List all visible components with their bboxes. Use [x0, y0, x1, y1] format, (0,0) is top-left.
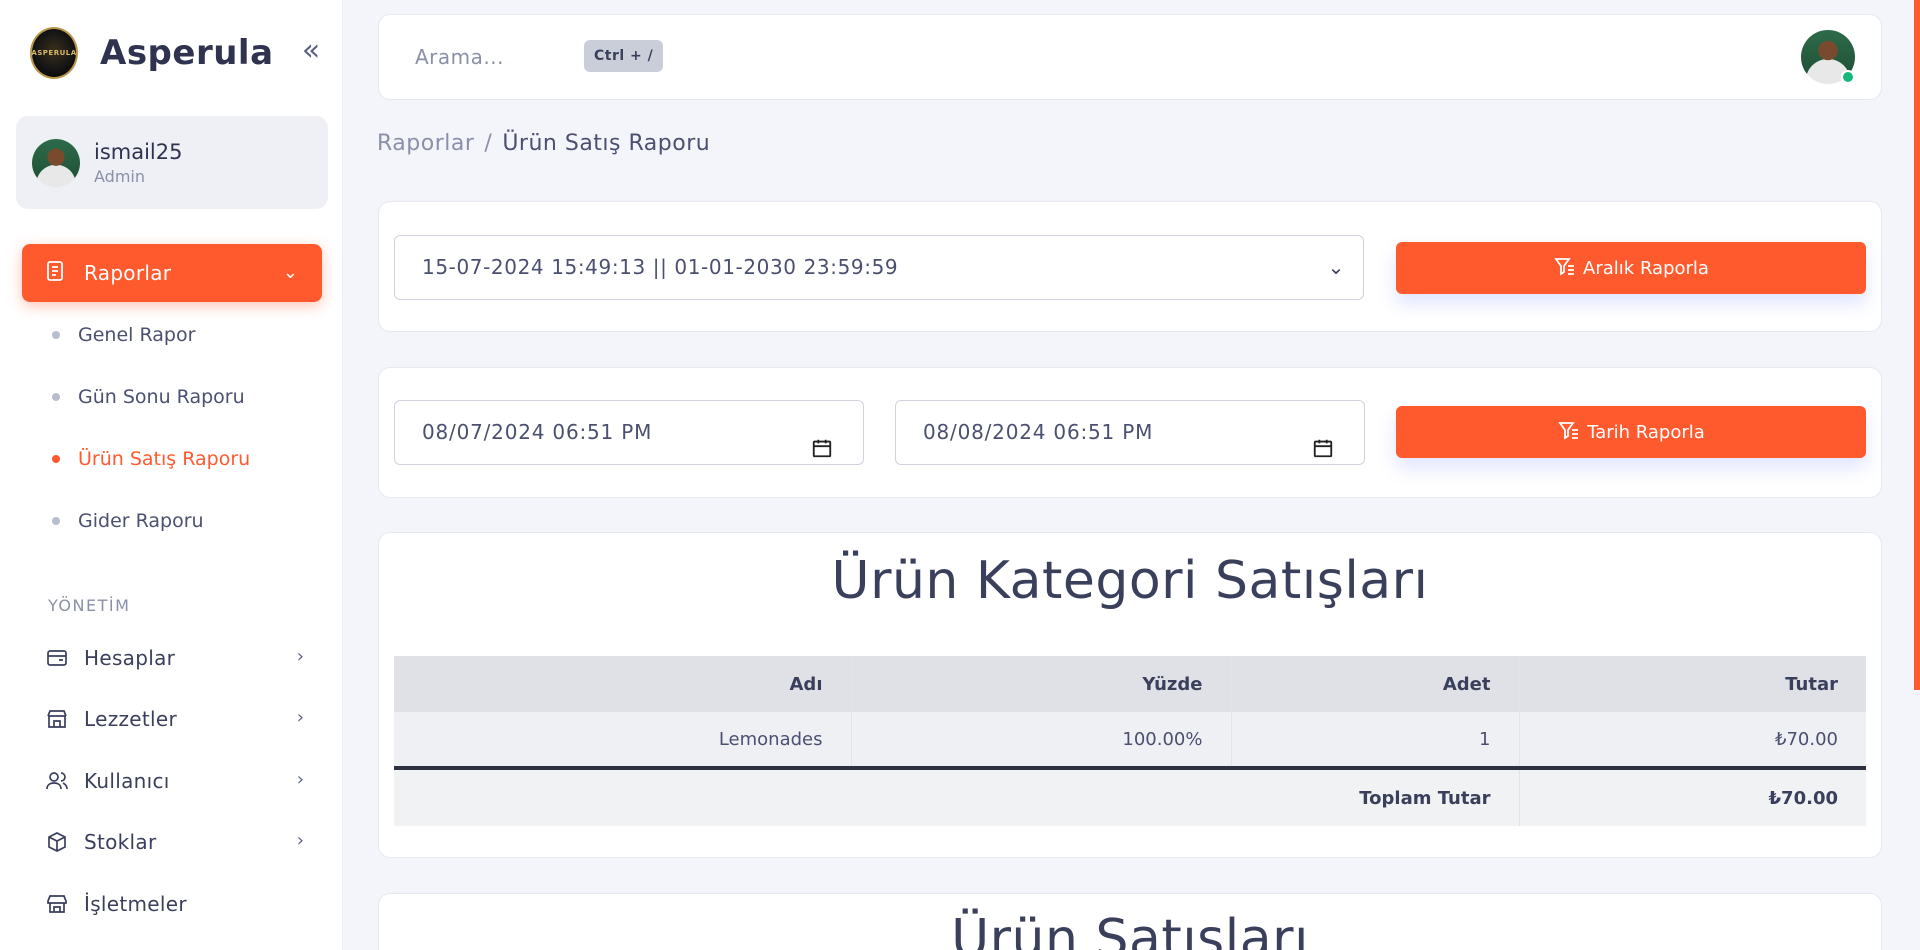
sidebar: ASPERULA Asperula « ismail25 Admin Rapor…: [0, 0, 343, 950]
column-header-quantity[interactable]: Adet: [1231, 656, 1520, 712]
date-report-button-label: Tarih Raporla: [1587, 421, 1705, 443]
section-title-yonetim: YÖNETİM: [48, 596, 131, 615]
breadcrumb-separator: /: [484, 131, 493, 156]
start-datetime-value: 08/07/2024 06:51 PM: [422, 420, 653, 444]
building-icon: [44, 891, 70, 917]
sidebar-item-label: Hesaplar: [84, 646, 176, 670]
scrollbar-thumb[interactable]: [1914, 0, 1920, 690]
calendar-icon[interactable]: [1312, 421, 1334, 484]
end-datetime-value: 08/08/2024 06:51 PM: [923, 420, 1154, 444]
collapse-sidebar-button[interactable]: «: [296, 36, 326, 68]
table-row: Lemonades 100.00% 1 ₺70.00: [394, 712, 1866, 768]
user-name: ismail25: [94, 139, 183, 164]
user-card[interactable]: ismail25 Admin: [16, 116, 328, 209]
column-header-amount[interactable]: Tutar: [1519, 656, 1866, 712]
user-role: Admin: [94, 166, 145, 186]
chevron-down-icon: ⌄: [282, 262, 298, 283]
category-sales-title: Ürün Kategori Satışları: [831, 551, 1429, 611]
breadcrumb: Raporlar / Ürün Satış Raporu: [377, 131, 710, 156]
bullet-icon: [52, 393, 60, 401]
report-icon: [44, 259, 68, 287]
sidebar-item-raporlar[interactable]: Raporlar ⌄: [22, 244, 322, 302]
sidebar-subitem-gider-raporu[interactable]: Gider Raporu: [52, 506, 204, 536]
brand-name: Asperula: [100, 33, 274, 73]
end-datetime-input[interactable]: 08/08/2024 06:51 PM: [895, 400, 1365, 465]
sidebar-item-label: Raporlar: [84, 261, 172, 285]
cell-quantity: 1: [1231, 712, 1520, 768]
search-shortcut-badge: Ctrl + /: [584, 40, 664, 72]
brand[interactable]: ASPERULA Asperula: [30, 27, 274, 79]
bullet-icon: [52, 517, 60, 525]
category-sales-card: Ürün Kategori Satışları Adı Yüzde Adet T…: [378, 532, 1882, 858]
sidebar-subitem-genel-rapor[interactable]: Genel Rapor: [52, 320, 195, 350]
total-label: Toplam Tutar: [394, 766, 1520, 826]
chevron-down-icon: ⌄: [1327, 255, 1345, 279]
sidebar-subitem-label: Gün Sonu Raporu: [78, 386, 245, 408]
cell-name: Lemonades: [394, 712, 852, 768]
product-sales-card: Ürün Satışları: [378, 893, 1882, 950]
sidebar-item-isletmeler[interactable]: İşletmeler: [44, 886, 304, 922]
bullet-icon: [52, 455, 60, 463]
sidebar-subitem-gun-sonu-raporu[interactable]: Gün Sonu Raporu: [52, 382, 245, 412]
chevron-right-icon: ›: [296, 769, 304, 790]
product-sales-title: Ürün Satışları: [951, 909, 1309, 950]
date-range-select[interactable]: 15-07-2024 15:49:13 || 01-01-2030 23:59:…: [394, 235, 1364, 300]
chevron-right-icon: ›: [296, 830, 304, 851]
store-icon: [44, 706, 70, 732]
sidebar-subitem-label: Gider Raporu: [78, 510, 204, 532]
sidebar-item-lezzetler[interactable]: Lezzetler ›: [44, 701, 304, 737]
topbar: Arama... Ctrl + /: [378, 14, 1882, 100]
chevron-right-icon: ›: [296, 707, 304, 728]
chevron-right-icon: ›: [296, 646, 304, 667]
sidebar-item-label: Kullanıcı: [84, 769, 170, 793]
column-header-percent[interactable]: Yüzde: [851, 656, 1232, 712]
box-icon: [44, 829, 70, 855]
sidebar-item-label: Lezzetler: [84, 707, 178, 731]
users-icon: [44, 768, 70, 794]
sidebar-item-kullanici[interactable]: Kullanıcı ›: [44, 763, 304, 799]
total-value: ₺70.00: [1519, 766, 1866, 826]
sidebar-subitem-label: Genel Rapor: [78, 324, 196, 346]
date-report-button[interactable]: Tarih Raporla: [1396, 406, 1866, 458]
date-filter-card: 08/07/2024 06:51 PM 08/08/2024 06:51 PM …: [378, 367, 1882, 498]
bullet-icon: [52, 331, 60, 339]
column-header-name[interactable]: Adı: [394, 656, 852, 712]
start-datetime-input[interactable]: 08/07/2024 06:51 PM: [394, 400, 864, 465]
brand-logo-text: ASPERULA: [31, 49, 77, 57]
sidebar-item-hesaplar[interactable]: Hesaplar ›: [44, 640, 304, 676]
range-report-button-label: Aralık Raporla: [1583, 257, 1709, 279]
brand-logo: ASPERULA: [30, 27, 78, 79]
accounts-icon: [44, 645, 70, 671]
table-header-row: Adı Yüzde Adet Tutar: [394, 656, 1866, 712]
sidebar-item-label: Stoklar: [84, 830, 157, 854]
search-input[interactable]: Arama...: [415, 45, 504, 69]
range-filter-card: 15-07-2024 15:49:13 || 01-01-2030 23:59:…: [378, 201, 1882, 332]
user-menu-avatar[interactable]: [1801, 30, 1855, 84]
sidebar-subitem-label: Ürün Satış Raporu: [78, 448, 251, 470]
sidebar-item-label: İşletmeler: [84, 892, 187, 916]
breadcrumb-current: Ürün Satış Raporu: [502, 131, 711, 156]
online-status-dot: [1841, 70, 1855, 84]
cell-amount: ₺70.00: [1519, 712, 1866, 768]
date-range-select-value: 15-07-2024 15:49:13 || 01-01-2030 23:59:…: [422, 255, 899, 279]
calendar-icon[interactable]: [811, 421, 833, 484]
sidebar-subitem-urun-satis-raporu[interactable]: Ürün Satış Raporu: [52, 444, 250, 474]
range-report-button[interactable]: Aralık Raporla: [1396, 242, 1866, 294]
avatar: [32, 138, 80, 187]
category-sales-table: Adı Yüzde Adet Tutar Lemonades 100.00% 1…: [394, 656, 1866, 826]
filter-icon: [1557, 418, 1581, 447]
sidebar-item-stoklar[interactable]: Stoklar ›: [44, 824, 304, 860]
table-total-row: Toplam Tutar ₺70.00: [394, 766, 1866, 826]
filter-icon: [1553, 254, 1577, 283]
breadcrumb-parent-link[interactable]: Raporlar: [377, 131, 474, 156]
cell-percent: 100.00%: [851, 712, 1232, 768]
